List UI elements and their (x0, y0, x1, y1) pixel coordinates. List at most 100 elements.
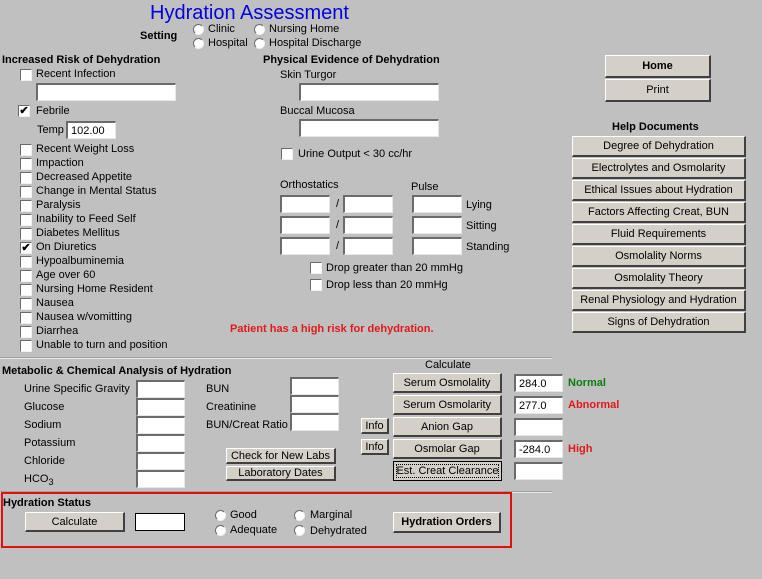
diastolic-lying-field[interactable] (343, 195, 393, 213)
urine-specific-gravity-field[interactable] (136, 380, 185, 398)
potassium-label-text: Potassium (24, 437, 76, 449)
check-new-labs-button[interactable]: Check for New Labs (226, 448, 336, 464)
sodium-field[interactable] (136, 416, 185, 434)
status-dehydrated-radio[interactable] (294, 525, 305, 536)
inability-to-feed-self-checkbox[interactable] (20, 214, 32, 226)
temp-field[interactable]: 102.00 (66, 121, 116, 139)
urine-output-checkbox[interactable] (281, 148, 293, 160)
recent-infection-field[interactable] (36, 83, 176, 101)
serum-osmolarity-value[interactable]: 277.0 (514, 396, 563, 414)
serum-osmolality-button[interactable]: Serum Osmolality (393, 373, 502, 393)
systolic-lying-field[interactable] (280, 195, 330, 213)
decreased-appetite-checkbox[interactable] (20, 172, 32, 184)
osmolar-gap-button[interactable]: Osmolar Gap (393, 439, 502, 459)
pulse-label: Pulse (411, 181, 439, 193)
anion-gap-value[interactable] (514, 418, 563, 436)
diastolic-standing-field[interactable] (343, 237, 393, 255)
slash-separator: / (336, 198, 340, 210)
on-diuretics-checkbox[interactable]: ✔ (20, 242, 32, 254)
hypoalbuminemia-checkbox[interactable] (20, 256, 32, 268)
nausea-checkbox[interactable] (20, 298, 32, 310)
calculate-heading: Calculate (425, 359, 471, 371)
print-button[interactable]: Print (605, 79, 711, 102)
age-over-60-label: Age over 60 (36, 269, 96, 281)
pulse-sitting-field[interactable] (412, 216, 462, 234)
status-marginal-radio[interactable] (294, 510, 305, 521)
pulse-lying-field[interactable] (412, 195, 462, 213)
glucose-field[interactable] (136, 398, 185, 416)
setting-clinic-radio[interactable] (193, 24, 204, 35)
osmolar-gap-value[interactable]: -284.0 (514, 440, 563, 458)
systolic-sitting-field[interactable] (280, 216, 330, 234)
recent-infection-checkbox[interactable] (20, 69, 32, 81)
creatinine-field[interactable] (290, 395, 339, 413)
unable-to-turn-and-position-checkbox[interactable] (20, 340, 32, 352)
skin-turgor-field[interactable] (299, 83, 439, 101)
hydration-status-value[interactable] (135, 513, 185, 531)
diabetes-mellitus-label: Diabetes Mellitus (36, 227, 120, 239)
nausea-w-vomitting-checkbox[interactable] (20, 312, 32, 324)
help-doc-signs-of-dehydration-button[interactable]: Signs of Dehydration (572, 312, 746, 333)
febrile-checkbox[interactable]: ✔ (18, 105, 30, 117)
recent-weight-loss-checkbox[interactable] (20, 144, 32, 156)
bun-creat-ratio-field[interactable] (290, 413, 339, 431)
buccal-mucosa-field[interactable] (299, 119, 439, 137)
potassium-label: Potassium (24, 437, 75, 449)
anion-gap-info-button[interactable]: Info (361, 418, 389, 434)
paralysis-label: Paralysis (36, 199, 81, 211)
help-doc-electrolytes-and-osmolarity-button[interactable]: Electrolytes and Osmolarity (572, 158, 746, 179)
change-in-mental-status-checkbox[interactable] (20, 186, 32, 198)
hydration-orders-button[interactable]: Hydration Orders (393, 512, 501, 533)
est-creat-clearance-value[interactable] (514, 462, 563, 480)
systolic-standing-field[interactable] (280, 237, 330, 255)
help-documents-heading: Help Documents (612, 121, 699, 133)
serum-osmolarity-button[interactable]: Serum Osmolarity (393, 395, 502, 415)
help-doc-ethical-issues-about-hydration-button[interactable]: Ethical Issues about Hydration (572, 180, 746, 201)
setting-nursing-home-radio[interactable] (254, 24, 265, 35)
drop-greater-checkbox[interactable] (310, 262, 322, 274)
help-doc-factors-affecting-creat-bun-button[interactable]: Factors Affecting Creat, BUN (572, 202, 746, 223)
help-doc-osmolality-theory-button[interactable]: Osmolality Theory (572, 268, 746, 289)
laboratory-dates-button[interactable]: Laboratory Dates (226, 466, 336, 481)
diarrhea-checkbox[interactable] (20, 326, 32, 338)
diastolic-sitting-field[interactable] (343, 216, 393, 234)
help-doc-renal-physiology-and-hydration-button[interactable]: Renal Physiology and Hydration (572, 290, 746, 311)
drop-less-checkbox[interactable] (310, 279, 322, 291)
physical-heading: Physical Evidence of Dehydration (263, 54, 440, 66)
impaction-checkbox[interactable] (20, 158, 32, 170)
hydration-calculate-button[interactable]: Calculate (25, 512, 125, 532)
help-doc-degree-of-dehydration-button[interactable]: Degree of Dehydration (572, 136, 746, 157)
position-lying-label: Lying (466, 199, 492, 211)
est-creat-clearance-button[interactable]: Est. Creat Clearance (393, 461, 502, 481)
diabetes-mellitus-checkbox[interactable] (20, 228, 32, 240)
nausea-w-vomitting-label: Nausea w/vomitting (36, 311, 132, 323)
hco-field[interactable] (136, 470, 185, 488)
setting-hospital-radio[interactable] (193, 38, 204, 49)
bun-field[interactable] (290, 377, 339, 395)
hypoalbuminemia-label: Hypoalbuminemia (36, 255, 125, 267)
anion-gap-button[interactable]: Anion Gap (393, 417, 502, 437)
position-sitting-label: Sitting (466, 220, 497, 232)
status-good-radio[interactable] (215, 510, 226, 521)
chloride-field[interactable] (136, 452, 185, 470)
recent-infection-label: Recent Infection (36, 68, 116, 80)
paralysis-checkbox[interactable] (20, 200, 32, 212)
slash-separator: / (336, 240, 340, 252)
help-doc-osmolality-norms-button[interactable]: Osmolality Norms (572, 246, 746, 267)
serum-osmolality-value[interactable]: 284.0 (514, 374, 563, 392)
urine-specific-gravity-label: Urine Specific Gravity (24, 383, 130, 395)
help-doc-fluid-requirements-button[interactable]: Fluid Requirements (572, 224, 746, 245)
potassium-field[interactable] (136, 434, 185, 452)
change-in-mental-status-label: Change in Mental Status (36, 185, 157, 197)
status-adequate-radio[interactable] (215, 525, 226, 536)
glucose-label-text: Glucose (24, 401, 65, 413)
risk-heading: Increased Risk of Dehydration (2, 54, 161, 66)
osmolar-gap-info-button[interactable]: Info (361, 439, 389, 455)
pulse-standing-field[interactable] (412, 237, 462, 255)
home-button[interactable]: Home (605, 55, 711, 78)
recent-weight-loss-label: Recent Weight Loss (36, 143, 135, 155)
age-over-60-checkbox[interactable] (20, 270, 32, 282)
nursing-home-resident-checkbox[interactable] (20, 284, 32, 296)
setting-hospital-discharge-radio[interactable] (254, 38, 265, 49)
sodium-label: Sodium (24, 419, 61, 431)
